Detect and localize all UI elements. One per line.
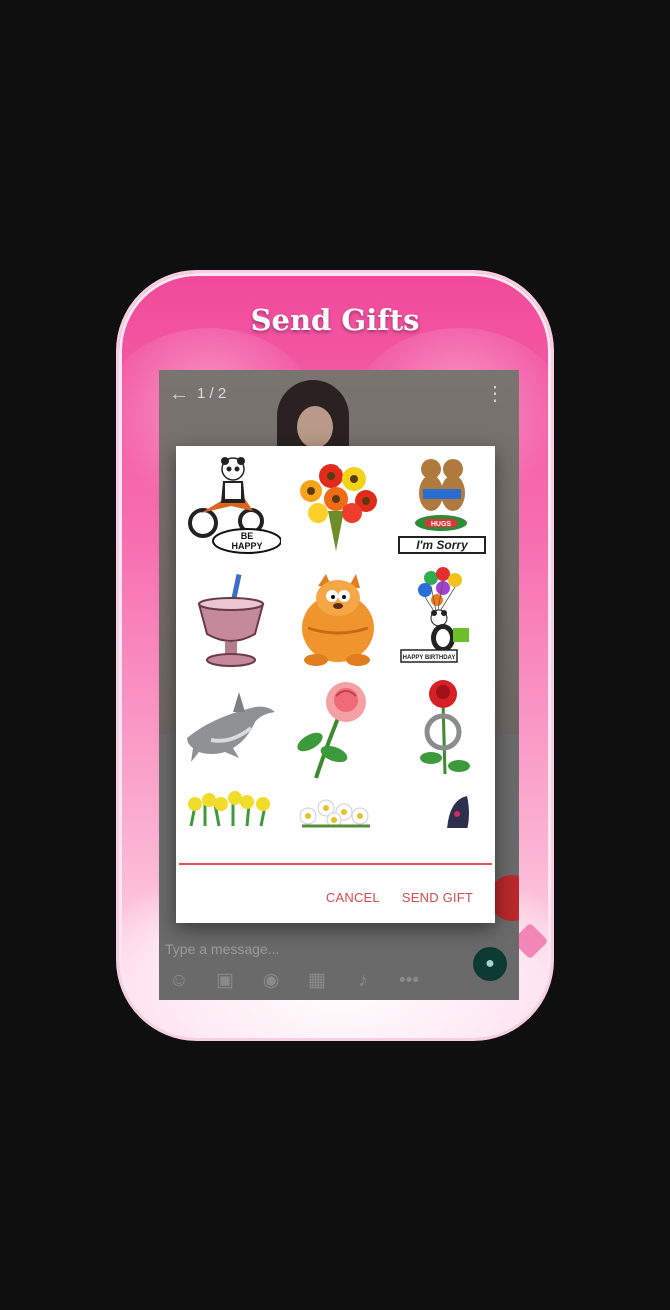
gift-red-rose-ring[interactable] [391, 678, 491, 783]
more-vertical-icon[interactable]: ⋮ [485, 382, 505, 406]
message-input[interactable]: Type a message... [165, 941, 279, 957]
chat-top-bar: ← 1 / 2 ⋮ [169, 382, 509, 406]
svg-text:BE: BE [241, 531, 254, 541]
svg-text:HAPPY BIRTHDAY: HAPPY BIRTHDAY [403, 655, 456, 661]
gift-grid: BE HAPPY HUGS I'm Sorry HAPPY BIRTHDAY [176, 446, 495, 828]
svg-text:HUGS: HUGS [431, 521, 452, 528]
gift-input-underline [179, 863, 492, 865]
dialog-actions: CANCEL SEND GIFT [326, 890, 473, 905]
cancel-button[interactable]: CANCEL [326, 890, 380, 905]
gift-milkshake-cup[interactable] [181, 566, 281, 671]
gift-bears-hug[interactable]: HUGS I'm Sorry [391, 451, 491, 556]
gift-orange-cat[interactable] [286, 566, 386, 671]
svg-text:HAPPY: HAPPY [231, 541, 262, 551]
camera-icon[interactable]: ◉ [257, 968, 285, 994]
video-icon[interactable]: ▦ [303, 968, 331, 994]
gift-pink-rose[interactable] [286, 678, 386, 783]
gift-panda-scooter[interactable]: BE HAPPY [181, 451, 282, 556]
person-face [297, 406, 333, 448]
chat-toolbar: ☺ ▣ ◉ ▦ ♪ ••• [165, 968, 435, 994]
image-icon[interactable]: ▣ [211, 968, 239, 994]
record-mic-button[interactable]: ● [473, 947, 507, 981]
page-title: Send Gifts [250, 303, 420, 337]
send-gift-button[interactable]: SEND GIFT [402, 890, 473, 905]
more-horizontal-icon[interactable]: ••• [395, 968, 423, 994]
gift-panda-balloons[interactable]: HAPPY BIRTHDAY [391, 566, 491, 671]
gift-dolphin[interactable] [181, 678, 281, 783]
gift-yellow-daffodils[interactable] [181, 786, 281, 828]
gift-white-daisies[interactable] [286, 786, 386, 828]
send-gift-dialog: BE HAPPY HUGS I'm Sorry HAPPY BIRTHDAY C… [176, 446, 495, 923]
mic-icon[interactable]: ♪ [349, 968, 377, 994]
svg-text:I'm Sorry: I'm Sorry [416, 538, 469, 552]
arrow-left-icon[interactable]: ← [169, 382, 189, 406]
emoji-icon[interactable]: ☺ [165, 968, 193, 994]
gift-dark-gift[interactable] [391, 786, 491, 828]
gift-flower-bouquet[interactable] [286, 451, 386, 556]
photo-counter: 1 / 2 [197, 385, 227, 402]
